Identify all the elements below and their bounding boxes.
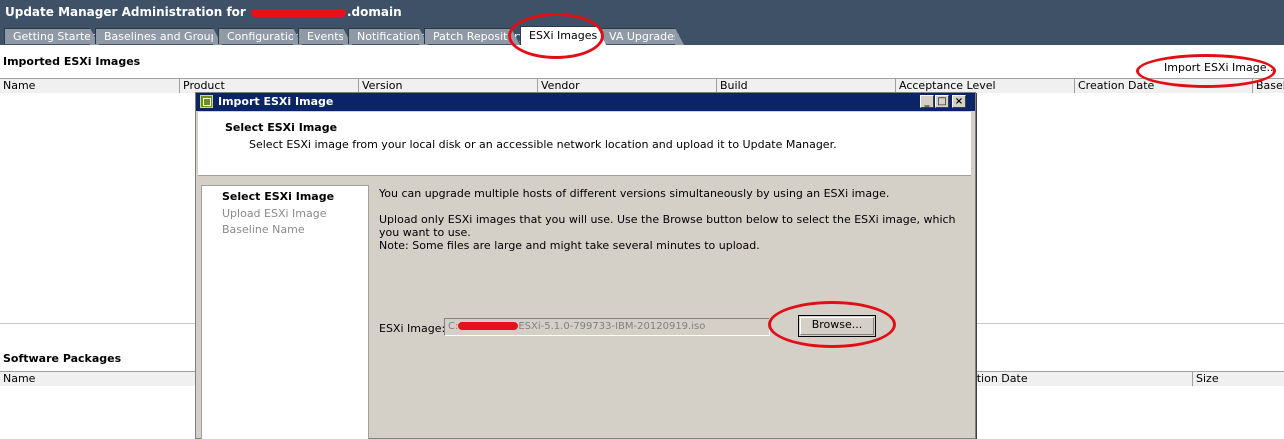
dialog-title-bar[interactable]: Import ESXi Image _ □ × [196, 93, 975, 111]
esxi-image-path-field[interactable]: C: ESXi-5.1.0-799733-IBM-20120919.iso [444, 318, 770, 336]
dialog-header: Select ESXi Image Select ESXi image from… [198, 112, 971, 176]
tab-esxi-images[interactable]: ESXi Images [520, 26, 606, 45]
column-header-name[interactable]: Name [0, 79, 180, 93]
tab-getting-started[interactable]: Getting Started [4, 28, 99, 45]
tab-events[interactable]: Events [298, 28, 352, 45]
window-title: Update Manager Administration for .domai… [5, 5, 402, 19]
dialog-header-subtitle: Select ESXi image from your local disk o… [249, 138, 837, 151]
dialog-title: Import ESXi Image [218, 95, 334, 108]
description-line-1: You can upgrade multiple hosts of differ… [379, 187, 890, 200]
column-header-product[interactable]: Product [179, 79, 359, 93]
column-header-acceptance-level[interactable]: Acceptance Level [895, 79, 1075, 93]
close-icon[interactable]: × [952, 95, 966, 108]
imported-images-title: Imported ESXi Images [3, 55, 141, 68]
dialog-header-title: Select ESXi Image [225, 121, 338, 134]
app-title-bar: Update Manager Administration for .domai… [0, 0, 1284, 26]
tab-va-upgrades[interactable]: VA Upgrades [600, 28, 684, 45]
wizard-step-upload-esxi-image: Upload ESXi Image [222, 207, 327, 220]
vsphere-app-icon [200, 95, 213, 108]
description-note: Note: Some files are large and might tak… [379, 239, 760, 252]
column-header-size[interactable]: Size [1192, 372, 1284, 386]
column-header-baselines[interactable]: Baselines [1252, 79, 1284, 93]
browse-button-label: Browse... [811, 318, 863, 331]
column-header-build[interactable]: Build [716, 79, 896, 93]
column-header-creation-date[interactable]: ation Date [966, 372, 1192, 386]
import-esxi-image-button[interactable]: Import ESXi Image... [1164, 61, 1277, 74]
redaction-mark [458, 322, 519, 330]
description-line-2: Upload only ESXi images that you will us… [379, 213, 956, 239]
path-prefix: C: [448, 321, 459, 332]
window-title-suffix: .domain [347, 5, 402, 19]
wizard-step-baseline-name: Baseline Name [222, 223, 305, 236]
window-title-prefix: Update Manager Administration for [5, 5, 250, 19]
maximize-icon[interactable]: □ [935, 95, 949, 108]
import-esxi-image-dialog: Import ESXi Image _ □ × Select ESXi Imag… [195, 92, 976, 439]
software-packages-title: Software Packages [3, 352, 122, 365]
wizard-steps-panel: Select ESXi Image Upload ESXi Image Base… [201, 185, 369, 439]
column-header-vendor[interactable]: Vendor [537, 79, 717, 93]
tab-notifications[interactable]: Notifications [348, 28, 428, 45]
column-header-creation-date[interactable]: Creation Date [1074, 79, 1254, 93]
tab-patch-repository[interactable]: Patch Repository [424, 28, 525, 45]
esxi-image-label: ESXi Image: [379, 322, 446, 335]
column-header-name[interactable]: Name [0, 372, 195, 386]
redaction-mark [251, 8, 346, 17]
browse-button[interactable]: Browse... [798, 315, 876, 337]
wizard-step-select-esxi-image[interactable]: Select ESXi Image [222, 190, 334, 203]
column-header-version[interactable]: Version [358, 79, 538, 93]
path-filename: ESXi-5.1.0-799733-IBM-20120919.iso [518, 321, 706, 332]
minimize-icon[interactable]: _ [920, 95, 934, 108]
tab-configuration[interactable]: Configuration [218, 28, 302, 45]
tab-baselines-and-groups[interactable]: Baselines and Groups [95, 28, 223, 45]
tab-strip: Getting Started Baselines and Groups Con… [0, 26, 1284, 45]
